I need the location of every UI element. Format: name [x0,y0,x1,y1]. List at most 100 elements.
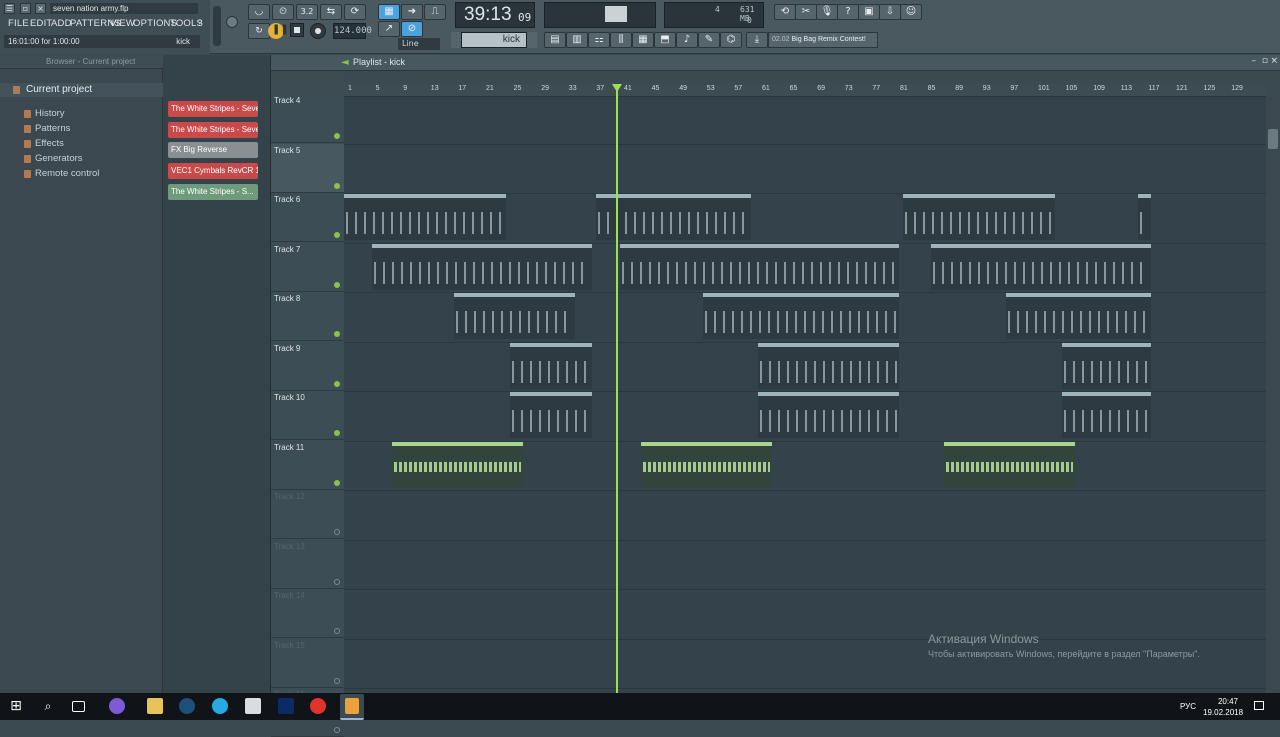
notifications-icon[interactable] [1254,701,1264,710]
browser-item-history[interactable]: History [35,108,65,119]
piano-roll-icon[interactable]: ▥ [566,32,588,48]
track-header[interactable]: Track 12 [271,490,344,539]
track-header[interactable]: Track 15 [271,639,344,688]
playlist-close-icon[interactable]: × [1270,56,1278,66]
track-mute-led[interactable] [334,331,340,337]
track-mute-led[interactable] [334,727,340,733]
track-mute-led[interactable] [334,479,340,486]
playlist-clip[interactable] [1006,293,1152,339]
playlist-clip[interactable] [944,441,1076,488]
track-mute-led[interactable] [334,529,340,535]
mixer-icon[interactable]: ⫼ [610,32,632,48]
playlist-icon[interactable]: ▤ [544,32,566,48]
render-icon[interactable]: ⇩ [879,4,901,20]
touch-keyboard-icon[interactable]: ♪ [676,32,698,48]
stop-button[interactable] [290,23,304,37]
vertical-scrollbar[interactable] [1266,97,1280,693]
search-icon[interactable]: ⌕ [40,698,56,714]
track-header[interactable]: Track 14 [271,589,344,638]
mail-icon[interactable] [245,698,261,714]
cut-icon[interactable]: ✂ [795,4,817,20]
browser-item-generators[interactable]: Generators [35,153,83,164]
playlist-clip[interactable] [1061,392,1152,438]
record-button[interactable] [310,23,326,39]
snap-select[interactable]: Line [398,38,440,50]
recording-icon[interactable]: ⎍ [424,4,446,20]
step-forward-icon[interactable]: ➜ [401,4,423,20]
snap-icon[interactable]: ↗ [378,21,400,37]
pattern-prev-icon[interactable] [451,32,461,48]
time-ruler[interactable]: 1 5 9 13 17 21 25 29 33 37 41 45 49 53 57 61 65 69 73 77 81 8… [344,84,1266,97]
track-header[interactable]: Track 6 [271,193,344,242]
link-icon[interactable]: ⊘ [401,21,423,37]
playlist-clip[interactable] [930,243,1152,290]
track-mute-led[interactable] [334,380,340,387]
clip-source-1[interactable]: The White Stripes - Seven... [168,101,258,117]
track-mute-led[interactable] [334,677,340,684]
browser-item-remote-control[interactable]: Remote control [35,168,99,179]
track-mute-led[interactable] [334,628,340,634]
language-indicator[interactable]: РУС [1180,702,1196,711]
track-header[interactable]: Track 4 [271,94,344,143]
app-icon-1[interactable] [109,698,125,714]
clip-source-4[interactable]: VEC1 Cymbals RevCR 13 [168,163,258,179]
playhead-marker-icon[interactable] [612,84,622,92]
menu-add[interactable]: ADD [51,18,72,29]
playlist-clip[interactable] [620,243,900,290]
track-mute-led[interactable] [334,430,340,436]
playlist-clip[interactable] [509,342,593,389]
photoshop-icon[interactable] [278,698,294,714]
playlist-clip[interactable] [509,392,593,438]
master-pitch-knob[interactable] [226,16,238,28]
clip-source-3[interactable]: FX Big Reverse [168,142,258,158]
fl-studio-taskbar-icon[interactable] [340,694,364,720]
track-mute-led[interactable] [334,133,340,139]
track-mute-led[interactable] [334,232,340,238]
track-header[interactable]: Track 7 [271,243,344,292]
steam-icon[interactable] [179,698,195,714]
skype-icon[interactable] [212,698,228,714]
track-header[interactable]: Track 5 [271,143,344,193]
window-menu-icon[interactable]: ☰ [4,3,15,14]
playlist-clip[interactable] [454,293,576,339]
pattern-selector[interactable]: kick [461,32,527,48]
playlist-clip[interactable] [1137,194,1152,240]
track-header[interactable]: Track 13 [271,540,344,589]
help-icon[interactable]: ? [837,4,859,20]
pattern-song-icon[interactable]: ◡ [248,4,270,20]
track-header[interactable]: Track 10 [271,391,344,440]
chat-icon[interactable]: ☺ [900,4,922,20]
playlist-clip[interactable] [640,441,772,488]
track-header[interactable]: Track 11 [271,441,344,490]
playlist-clip[interactable] [1061,342,1152,389]
step-edit-icon[interactable]: 3.2 [296,4,318,20]
windows-start-icon[interactable]: ⊞ [8,698,24,714]
playlist-clip[interactable] [371,243,593,290]
file-explorer-icon[interactable] [147,698,163,714]
yandex-browser-icon[interactable] [310,698,326,714]
playlist-maximize-icon[interactable]: ▫ [1262,56,1268,66]
clip-source-2[interactable]: The White Stripes - Seven... [168,122,258,138]
menu-edit[interactable]: EDIT [30,18,52,29]
clock-time[interactable]: 20:47 [1210,697,1246,706]
track-mute-led[interactable] [334,281,340,288]
restore-icon[interactable]: ▫ [20,3,31,14]
browser-item-patterns[interactable]: Patterns [35,123,70,134]
master-volume-slider[interactable] [213,6,221,46]
mic-icon[interactable]: 🎙 [816,4,838,20]
plugin-icon[interactable]: ✎ [698,32,720,48]
song-mode-icon[interactable]: ↻ [248,23,270,39]
menu-help[interactable]: ? [197,18,202,29]
playhead[interactable] [616,84,618,693]
download-icon[interactable]: ⤓ [746,32,768,48]
playlist-clip[interactable] [758,342,900,389]
pattern-add-icon[interactable] [527,32,537,48]
menu-file[interactable]: FILE [8,18,29,29]
loop-record-icon[interactable]: ⟳ [344,4,366,20]
browser-root-row[interactable]: Current project [0,83,163,97]
track-header[interactable]: Track 8 [271,292,344,341]
channel-rack-icon[interactable]: ⚏ [588,32,610,48]
playlist-clip[interactable] [344,194,507,240]
clock-date[interactable]: 19.02.2018 [1203,708,1243,717]
task-view-icon[interactable] [72,701,85,712]
